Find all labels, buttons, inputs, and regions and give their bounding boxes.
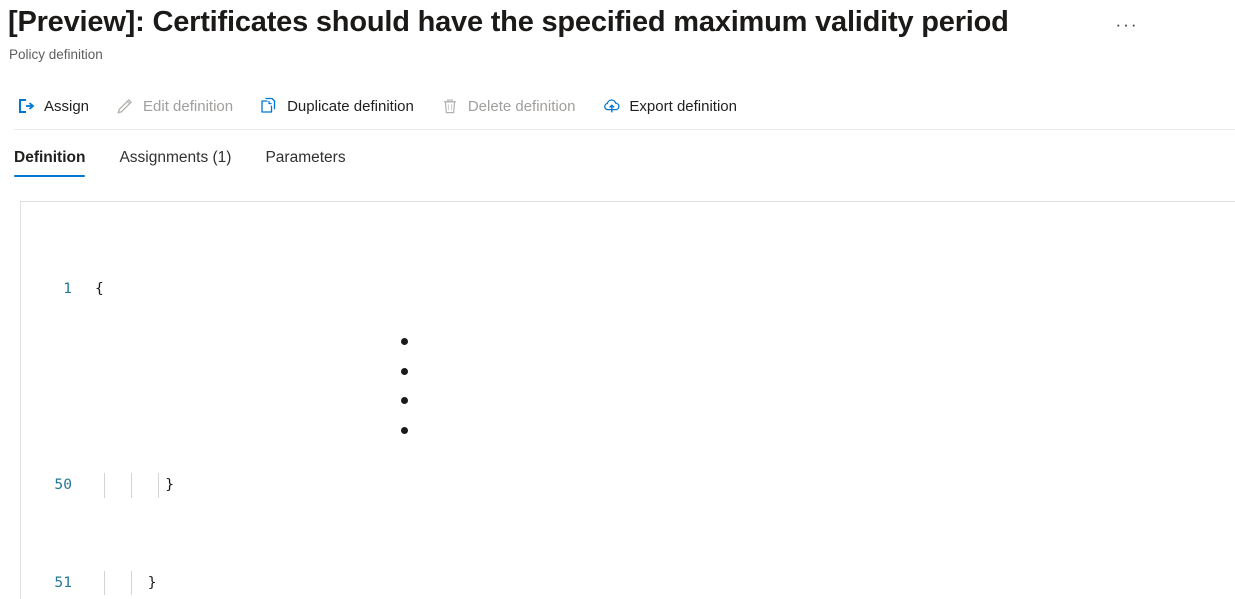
delete-definition-label: Delete definition: [467, 97, 576, 115]
assign-icon: [16, 96, 36, 116]
fold-dot: [401, 367, 408, 375]
command-bar: Assign Edit definition Duplicate definit…: [0, 86, 1235, 126]
duplicate-definition-label: Duplicate definition: [287, 97, 414, 115]
assign-button-label: Assign: [44, 97, 90, 115]
line-content[interactable]: }: [83, 473, 1235, 498]
line-number: 50: [54, 476, 72, 494]
pencil-icon: [115, 96, 135, 116]
token-brace: }: [165, 476, 175, 494]
code-line[interactable]: 1 {: [21, 277, 1235, 301]
line-number: 1: [63, 280, 72, 298]
line-content[interactable]: {: [83, 277, 1235, 301]
indent-guide: [158, 473, 159, 498]
indent-guide: [104, 570, 105, 596]
delete-definition-button: Delete definition: [438, 89, 586, 123]
json-editor[interactable]: 1 { 2 "properties": { 3 "displayName": "…: [20, 201, 1235, 599]
line-content[interactable]: }: [83, 570, 1235, 596]
edit-definition-button: Edit definition: [113, 89, 243, 123]
tab-assignments-label: Assignments (1): [119, 149, 232, 166]
fold-dot: [401, 338, 408, 345]
indent-guide: [131, 473, 132, 498]
edit-definition-label: Edit definition: [143, 97, 234, 115]
code-line[interactable]: 50 }: [21, 473, 1235, 498]
tab-definition[interactable]: Definition: [14, 145, 86, 177]
folded-region-indicator[interactable]: [21, 338, 1235, 434]
page-header: [Preview]: Certificates should have the …: [0, 0, 1235, 78]
token-brace: }: [147, 573, 157, 591]
export-definition-label: Export definition: [629, 97, 737, 115]
policy-definition-page: [Preview]: Certificates should have the …: [0, 0, 1235, 599]
tab-list: Definition Assignments (1) Parameters: [14, 145, 1235, 187]
editor-lines-top[interactable]: 1 { 2 "properties": { 3 "displayName": "…: [21, 202, 1235, 366]
export-definition-button[interactable]: Export definition: [599, 89, 747, 123]
copy-icon: [259, 96, 279, 116]
tab-assignments[interactable]: Assignments (1): [119, 145, 231, 177]
tab-definition-label: Definition: [14, 149, 86, 166]
duplicate-definition-button[interactable]: Duplicate definition: [257, 89, 424, 123]
cloud-up-icon: [601, 96, 621, 116]
assign-button[interactable]: Assign: [14, 89, 99, 123]
tab-parameters-label: Parameters: [265, 149, 346, 166]
line-number: 51: [54, 573, 72, 591]
page-subtitle: Policy definition: [9, 47, 103, 62]
code-line[interactable]: 51 }: [21, 570, 1235, 596]
command-bar-divider: [14, 129, 1235, 130]
tab-parameters[interactable]: Parameters: [265, 145, 345, 177]
page-title: [Preview]: Certificates should have the …: [8, 6, 1009, 38]
token-brace: {: [95, 280, 104, 298]
editor-lines-bottom[interactable]: 50 } 51 } 52 }, 53 "id": "/providers/Mic…: [21, 400, 1235, 599]
more-options-icon[interactable]: ···: [1112, 12, 1142, 38]
trash-icon: [440, 96, 460, 116]
indent-guide: [131, 570, 132, 596]
indent-guide: [104, 473, 105, 498]
